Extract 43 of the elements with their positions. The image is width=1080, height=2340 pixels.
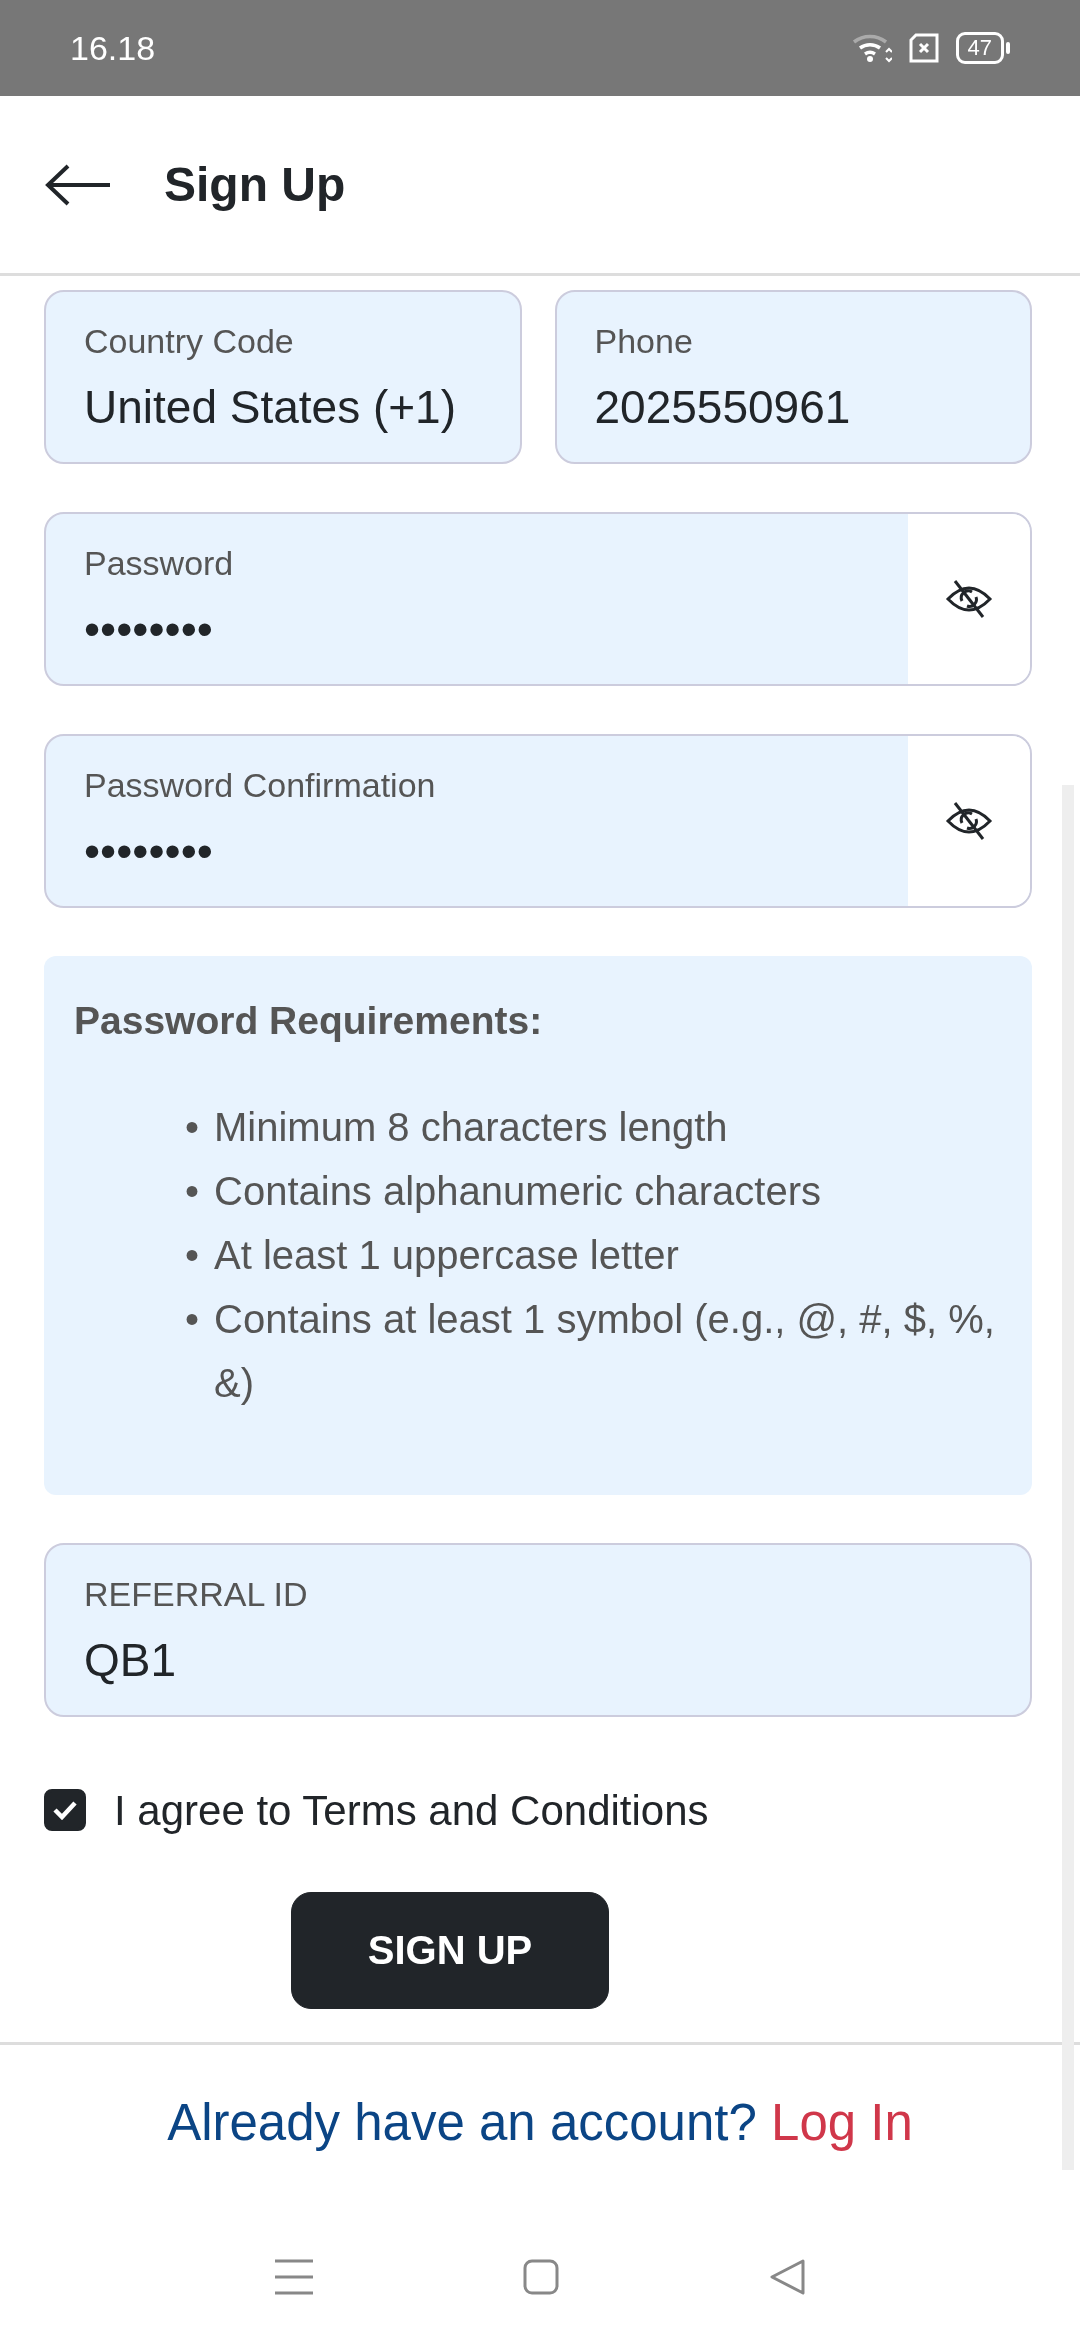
bullet: • [184,1231,200,1279]
back-icon[interactable] [769,2258,805,2295]
requirement-item: Contains at least 1 symbol (e.g., @, #, $, %, &) [214,1295,996,1407]
input-field[interactable]: Password •••••••• [44,512,1032,686]
eye-slash-icon [945,801,993,841]
input-field[interactable]: Country Code United States (+1) [44,290,522,464]
eye-slash-icon [945,579,993,619]
field-value: QB1 [84,1632,178,1688]
status-time: 16.18 [70,27,156,69]
bullet: • [184,1295,200,1343]
field-label: Password [84,543,235,584]
scrollbar-track[interactable] [1062,785,1074,2170]
check-icon [52,1800,78,1820]
field-label: Country Code [84,321,295,362]
field-label: Phone [594,321,694,362]
back-arrow-icon[interactable] [44,162,112,207]
wifi-icon [851,32,892,64]
requirement-item: At least 1 uppercase letter [214,1231,679,1279]
requirement-item: Contains alphanumeric characters [214,1167,821,1215]
field-value: United States (+1) [84,380,458,435]
terms-label: I agree to Terms and Conditions [114,1785,709,1836]
input-field[interactable]: REFERRAL ID QB1 [44,1542,1032,1717]
login-prompt: Already have an account? Log In [167,2092,913,2153]
requirements-title: Password Requirements: [74,998,544,1044]
field-value: •••••••• [84,602,214,657]
input-field[interactable]: Password Confirmation •••••••• [44,734,1032,908]
toggle-visibility-button[interactable] [908,736,1030,906]
terms-checkbox[interactable] [44,1789,86,1831]
requirement-item: Minimum 8 characters length [214,1103,728,1151]
sign-up-button[interactable]: SIGN UP [291,1891,609,2009]
field-value: 2025550961 [594,380,852,435]
input-field[interactable]: Phone 2025550961 [554,290,1032,464]
field-label: REFERRAL ID [84,1573,309,1615]
toggle-visibility-button[interactable] [908,514,1030,684]
menu-icon[interactable] [275,2258,313,2295]
field-label: Password Confirmation [84,765,437,806]
field-value: •••••••• [84,824,214,879]
bullet: • [184,1103,200,1151]
bullet: • [184,1167,200,1215]
page-title: Sign Up [164,156,346,213]
home-icon[interactable] [523,2258,559,2295]
login-link[interactable]: Log In [771,2093,913,2151]
sim-icon [907,33,940,63]
